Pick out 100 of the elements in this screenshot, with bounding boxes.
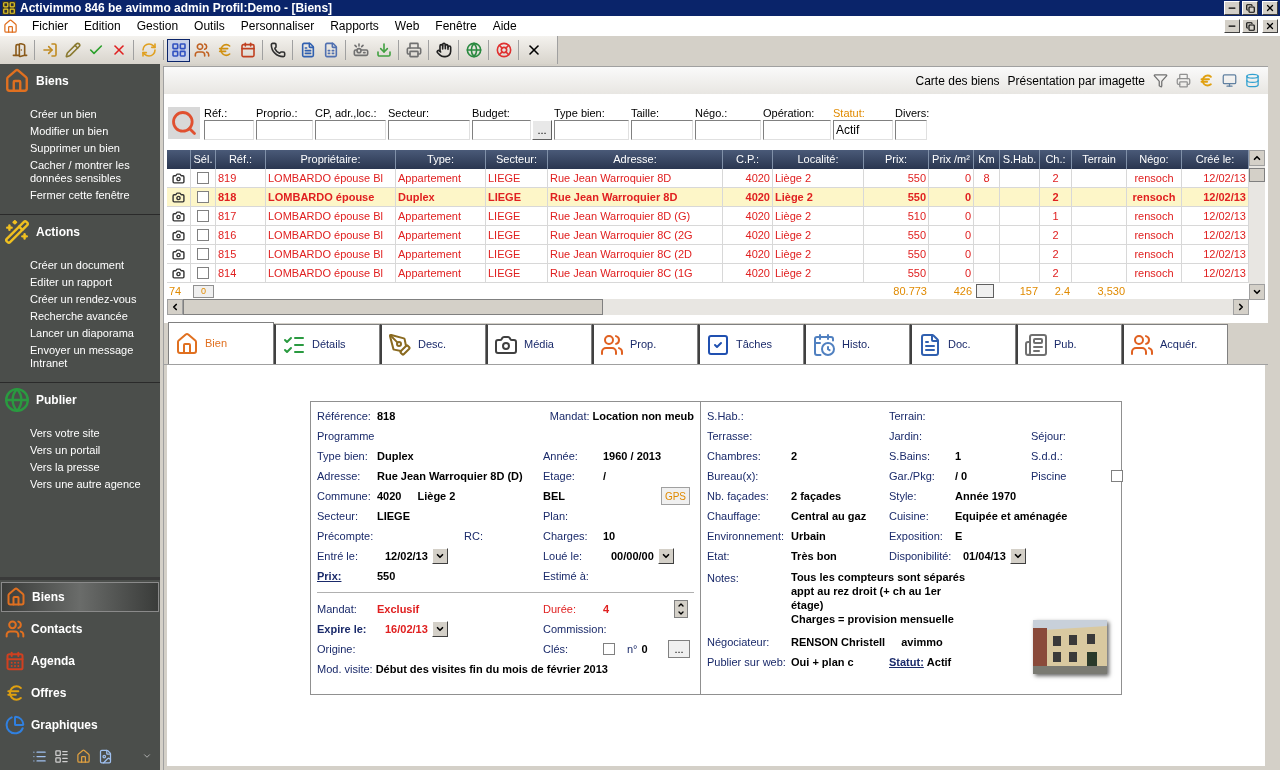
menu-item[interactable]: Web	[386, 17, 428, 35]
euro-icon[interactable]	[1199, 73, 1214, 88]
camera-icon[interactable]	[172, 228, 185, 242]
date-dropdown-button[interactable]	[431, 621, 448, 637]
row-checkbox[interactable]	[197, 248, 209, 260]
list-icon[interactable]	[32, 748, 47, 764]
nav-item[interactable]: Graphiques	[1, 710, 159, 740]
filter-field[interactable]	[763, 120, 831, 140]
budget-more-button[interactable]: ...	[532, 120, 552, 140]
tab[interactable]: Prop.	[592, 324, 698, 364]
sidebar-link[interactable]: Vers votre site	[30, 427, 160, 440]
monitor-icon[interactable]	[1222, 73, 1237, 88]
sidebar-link[interactable]: Recherche avancée	[30, 310, 160, 323]
camera-icon[interactable]	[172, 266, 185, 280]
filter-field[interactable]	[388, 120, 470, 140]
scrollbar-thumb[interactable]	[1249, 168, 1265, 182]
nav-item[interactable]: Agenda	[1, 646, 159, 676]
tab[interactable]: Détails	[274, 324, 380, 364]
tab[interactable]: Doc.	[910, 324, 1016, 364]
horizontal-scrollbar[interactable]	[167, 299, 1249, 315]
filter-field[interactable]	[472, 120, 531, 140]
database-icon[interactable]	[1245, 73, 1260, 88]
tab[interactable]: Histo.	[804, 324, 910, 364]
camera-icon[interactable]	[172, 171, 185, 185]
table-row[interactable]: 819 LOMBARDO épouse Bl Appartement LIEGE Rue Jean Warroquier 8D 4020 Liège 2 550 0 8 2 rensoch 12/02/13	[167, 169, 1249, 188]
filter-field[interactable]	[695, 120, 761, 140]
nav-item[interactable]: Contacts	[1, 614, 159, 644]
sidebar-link[interactable]: Fermer cette fenêtre	[30, 189, 160, 202]
menu-item[interactable]: Fichier	[24, 17, 76, 35]
close-button[interactable]	[1262, 1, 1278, 15]
table-row[interactable]: 817 LOMBARDO épouse Bl Appartement LIEGE Rue Jean Warroquier 8D (G) 4020 Liège 2 510 0 1 rensoch 12/02/13	[167, 207, 1249, 226]
more-button[interactable]: ...	[668, 640, 690, 658]
pool-checkbox[interactable]	[1111, 470, 1123, 482]
date-dropdown-button[interactable]	[657, 548, 674, 564]
layout-icon[interactable]	[54, 748, 69, 764]
nav-item[interactable]: Offres	[1, 678, 159, 708]
table-row[interactable]: 818 LOMBARDO épouse Duplex LIEGE Rue Jean Warroquier 8D 4020 Liège 2 550 0 2 rensoch 12/02/13	[167, 188, 1249, 207]
sidebar-link[interactable]: Vers la presse	[30, 461, 160, 474]
row-checkbox[interactable]	[197, 210, 209, 222]
keys-checkbox[interactable]	[603, 643, 615, 655]
filter-field[interactable]	[554, 120, 629, 140]
row-checkbox[interactable]	[197, 172, 209, 184]
sidebar-link[interactable]: Lancer un diaporama	[30, 327, 160, 340]
row-checkbox[interactable]	[197, 229, 209, 241]
camera-icon[interactable]	[172, 247, 185, 261]
table-row[interactable]: 815 LOMBARDO épouse Bl Appartement LIEGE Rue Jean Warroquier 8C (2D 4020 Liège 2 550 0 2 rensoch 12/02/13	[167, 245, 1249, 264]
toolbar-button[interactable]	[167, 38, 190, 62]
filter-field[interactable]	[204, 120, 254, 140]
close-button[interactable]	[1262, 19, 1278, 33]
file-icon[interactable]	[98, 748, 113, 764]
spinner[interactable]	[674, 600, 688, 618]
camera-icon[interactable]	[172, 190, 185, 204]
header-link[interactable]: Présentation par imagette	[1007, 71, 1145, 90]
sidebar-link[interactable]: Modifier un bien	[30, 125, 160, 138]
sidebar-link[interactable]: Editer un rapport	[30, 276, 160, 289]
tab[interactable]: Acquér.	[1122, 324, 1228, 364]
filter-field[interactable]	[315, 120, 386, 140]
field-link[interactable]: Statut:	[889, 653, 927, 671]
date-dropdown-button[interactable]	[431, 548, 448, 564]
tab[interactable]: Pub.	[1016, 324, 1122, 364]
menu-item[interactable]: Rapports	[322, 17, 387, 35]
tab[interactable]: Média	[486, 324, 592, 364]
small-button[interactable]	[976, 284, 994, 298]
menu-item[interactable]: Edition	[76, 17, 129, 35]
menu-item[interactable]: Fenêtre	[427, 17, 485, 35]
table-row[interactable]: 814 LOMBARDO épouse Bl Appartement LIEGE Rue Jean Warroquier 8C (1G 4020 Liège 2 550 0 2 rensoch 12/02/13	[167, 264, 1249, 283]
sidebar-link[interactable]: Créer un document	[30, 259, 160, 272]
camera-icon[interactable]	[172, 209, 185, 223]
filter-field[interactable]: Actif	[833, 120, 893, 140]
scrollbar-thumb[interactable]	[183, 299, 603, 315]
filter-icon[interactable]	[1153, 73, 1168, 88]
sidebar-link[interactable]: Créer un rendez-vous	[30, 293, 160, 306]
menu-item[interactable]: Personnaliser	[232, 17, 323, 35]
row-checkbox[interactable]	[197, 191, 209, 203]
nav-item[interactable]: Biens	[1, 582, 159, 612]
header-link[interactable]: Carte des biens	[915, 71, 1000, 90]
printer-icon[interactable]	[1176, 73, 1191, 88]
menu-item[interactable]: Gestion	[128, 17, 187, 35]
sidebar-link[interactable]: Vers un portail	[30, 444, 160, 457]
menu-item[interactable]: Outils	[186, 17, 233, 35]
sidebar-link[interactable]: Envoyer un message Intranet	[30, 344, 160, 370]
menu-item[interactable]: Aide	[484, 17, 525, 35]
house-icon[interactable]	[3, 18, 18, 34]
sidebar-link[interactable]: Créer un bien	[30, 108, 160, 121]
property-search-icon[interactable]	[168, 107, 200, 139]
table-row[interactable]: 816 LOMBARDO épouse Bl Appartement LIEGE Rue Jean Warroquier 8C (2G 4020 Liège 2 550 0 2 rensoch 12/02/13	[167, 226, 1249, 245]
chevron-icon[interactable]	[142, 751, 152, 761]
filter-field[interactable]	[256, 120, 313, 140]
vertical-scrollbar[interactable]	[1249, 150, 1265, 300]
minimize-button[interactable]	[1224, 1, 1240, 15]
sidebar-link[interactable]: Supprimer un bien	[30, 142, 160, 155]
tab[interactable]: Tâches	[698, 324, 804, 364]
filter-field[interactable]	[895, 120, 927, 140]
row-checkbox[interactable]	[197, 267, 209, 279]
restore-button[interactable]	[1242, 19, 1258, 33]
filter-field[interactable]	[631, 120, 693, 140]
tab[interactable]: Desc.	[380, 324, 486, 364]
house-icon[interactable]	[76, 748, 91, 764]
restore-button[interactable]	[1242, 1, 1258, 15]
minimize-button[interactable]	[1224, 19, 1240, 33]
